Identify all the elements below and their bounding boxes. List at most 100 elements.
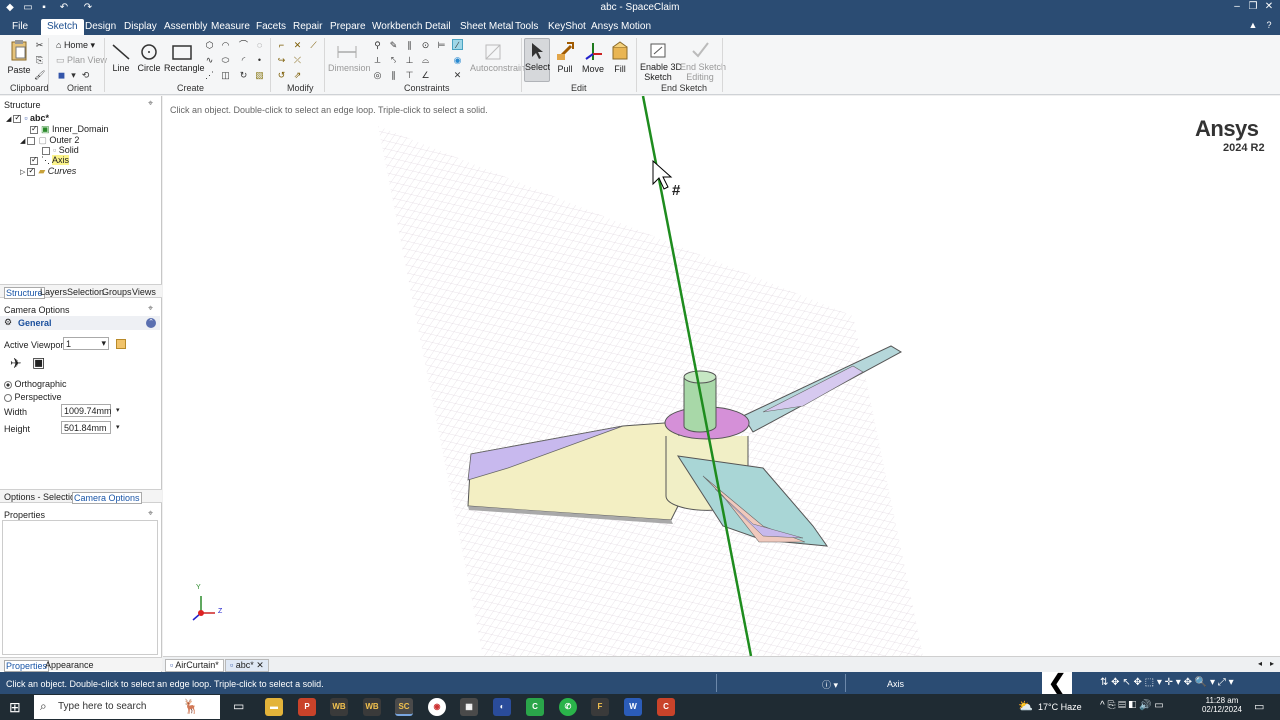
orthographic-radio[interactable]: Orthographic	[4, 379, 67, 389]
tree-item-curves[interactable]: ▷ ▰ Curves	[20, 166, 76, 177]
snap-view-icon[interactable]: ⟲	[80, 70, 91, 81]
scene-canvas[interactable]: #	[163, 96, 1280, 656]
camtasia-icon[interactable]: C	[526, 698, 544, 716]
back-chevron[interactable]: ❮	[1042, 670, 1072, 695]
create-rounded-corner-icon[interactable]: ⌐	[276, 40, 287, 51]
midpoint-icon[interactable]: ◎	[372, 70, 383, 81]
polygon-icon[interactable]: ⬡	[204, 40, 215, 51]
project-icon[interactable]: ↪	[276, 55, 287, 66]
width-input[interactable]: 1009.74mm	[61, 404, 112, 417]
height-input[interactable]: 501.84mm	[61, 421, 111, 434]
workbench-2-icon[interactable]: WB	[363, 698, 381, 716]
windows-start-icon[interactable]: ⊞	[9, 699, 21, 716]
weather-icon[interactable]: ⛅	[1018, 699, 1033, 713]
angle-icon[interactable]: ∠	[420, 70, 431, 81]
arc-icon[interactable]: ⌒	[238, 40, 249, 51]
tree-item-axis[interactable]: ⋱ Axis	[30, 155, 70, 166]
symmetric-icon[interactable]: ⊤	[404, 70, 415, 81]
delete-constraint-icon[interactable]: ✕	[452, 70, 463, 81]
video-camera-icon[interactable]: ▣	[32, 354, 45, 371]
doc-tab-aircurtain[interactable]: ▫ AirCurtain*	[165, 659, 224, 672]
tab-file[interactable]: File	[12, 19, 28, 35]
word-icon[interactable]: W	[624, 698, 642, 716]
help-icon[interactable]: ?	[1262, 20, 1276, 34]
collinear-icon[interactable]: ∥	[388, 70, 399, 81]
tangent-icon[interactable]: ⌓	[420, 55, 431, 66]
tree-item-inner-domain[interactable]: ▣ Inner_Domain	[30, 124, 109, 135]
3d-viewport[interactable]: # Click an object. Double-click to selec…	[163, 96, 1280, 656]
select-button[interactable]: Select	[524, 38, 550, 82]
maximize-icon[interactable]: ❐	[1246, 1, 1260, 15]
width-dropdown-icon[interactable]: ▾	[116, 406, 120, 414]
info-icon[interactable]: ⓘ ▾	[822, 678, 838, 691]
general-section[interactable]: ⚙ General ⌃	[0, 316, 160, 330]
search-box[interactable]: ⌕ Type here to search 🦌	[34, 695, 220, 719]
tree-item-abc[interactable]: ◢ ▫ abc*	[6, 113, 49, 123]
plan-view-button[interactable]: ▭ Plan View	[56, 55, 107, 66]
tab-sheet-metal[interactable]: Sheet Metal	[460, 19, 513, 35]
tab-properties[interactable]: Properties	[4, 660, 50, 672]
format-painter-icon[interactable]: 🖌	[34, 70, 45, 81]
tab-assembly[interactable]: Assembly	[164, 19, 207, 35]
tab-groups[interactable]: Groups	[102, 287, 132, 297]
pull-button[interactable]: Pull	[554, 40, 576, 74]
active-viewport-select[interactable]: 1 ▾	[63, 337, 109, 350]
circle-button[interactable]: Circle	[137, 43, 161, 73]
calculator-icon[interactable]: ▦	[460, 698, 478, 716]
tab-sketch[interactable]: Sketch	[41, 19, 84, 35]
end-sketch-editing-button[interactable]: End Sketch Editing	[680, 40, 726, 82]
cut-icon[interactable]: ✂	[34, 40, 45, 51]
tab-selection[interactable]: Selection	[67, 287, 104, 297]
viewport-color-icon[interactable]	[116, 339, 126, 349]
tab-measure[interactable]: Measure	[211, 19, 250, 35]
parallel-icon[interactable]: ∥	[404, 40, 415, 51]
tab-workbench[interactable]: Workbench	[372, 19, 422, 35]
enable-3d-sketch-button[interactable]: Enable 3D Sketch	[640, 40, 682, 82]
doc-tab-abc[interactable]: ▫ abc* ✕	[225, 659, 269, 672]
system-tray-icons[interactable]: ^ ⎘ ▤ ◧ 🔊 ▭	[1100, 700, 1164, 711]
collapse-ribbon-icon[interactable]: ▲	[1246, 20, 1260, 34]
perspective-radio[interactable]: Perspective	[4, 392, 62, 402]
spline-icon[interactable]: ∿	[204, 55, 215, 66]
three-point-rect-icon[interactable]: ◫	[220, 70, 231, 81]
rectangle-button[interactable]: Rectangle	[164, 43, 205, 73]
face-curve-icon[interactable]: ↻	[238, 70, 249, 81]
concentric-icon[interactable]: ⊙	[420, 40, 431, 51]
perpendicular-icon[interactable]: ⊥	[404, 55, 415, 66]
trace-icon[interactable]: ▧	[254, 70, 265, 81]
tab-layers[interactable]: Layers	[40, 287, 67, 297]
fill-button[interactable]: Fill	[610, 40, 630, 74]
powerpoint-icon[interactable]: P	[298, 698, 316, 716]
view-cube-icon[interactable]: ◼	[56, 70, 67, 81]
split-curve-icon[interactable]: ⤫	[292, 55, 303, 66]
move-button[interactable]: Move	[581, 40, 605, 74]
pin-icon[interactable]: ⌖	[148, 98, 153, 109]
show-constraints-icon[interactable]: ∕	[452, 39, 463, 50]
minimize-icon[interactable]: –	[1230, 1, 1244, 15]
construction-line-icon[interactable]: ⋰	[204, 70, 215, 81]
tab-ansys-motion[interactable]: Ansys Motion	[591, 19, 651, 35]
camera-plane-icon[interactable]: ✈	[10, 355, 22, 372]
collapse-icon[interactable]: ⌃	[146, 318, 156, 328]
ellipse-icon[interactable]: ⬭	[220, 55, 231, 66]
home-button[interactable]: ⌂ Home ▾	[56, 40, 95, 51]
three-point-arc-icon[interactable]: ◜	[238, 55, 249, 66]
file-explorer-icon[interactable]: ▬	[265, 698, 283, 716]
vertical-icon[interactable]: ⤣	[388, 55, 399, 66]
bend-icon[interactable]: ↺	[276, 70, 287, 81]
height-dropdown-icon[interactable]: ▾	[116, 423, 120, 431]
trim-away-icon[interactable]: ✕	[292, 40, 303, 51]
tab-camera-options[interactable]: Camera Options	[72, 492, 142, 504]
paste-button[interactable]: Paste	[6, 39, 32, 75]
tab-keyshot[interactable]: KeyShot	[548, 19, 586, 35]
tab-appearance[interactable]: Appearance	[45, 660, 94, 670]
tab-repair[interactable]: Repair	[293, 19, 322, 35]
recorder-icon[interactable]: C	[657, 698, 675, 716]
autoconstrain-button[interactable]: Autoconstrain	[470, 43, 525, 73]
fix-constraint-icon[interactable]: ⚲	[372, 40, 383, 51]
options-pin-icon[interactable]: ⌖	[148, 303, 153, 314]
tab-detail[interactable]: Detail	[425, 19, 451, 35]
spaceclaim-icon[interactable]: SC	[395, 698, 413, 716]
tab-facets[interactable]: Facets	[256, 19, 286, 35]
tab-structure[interactable]: Structure	[4, 287, 45, 299]
